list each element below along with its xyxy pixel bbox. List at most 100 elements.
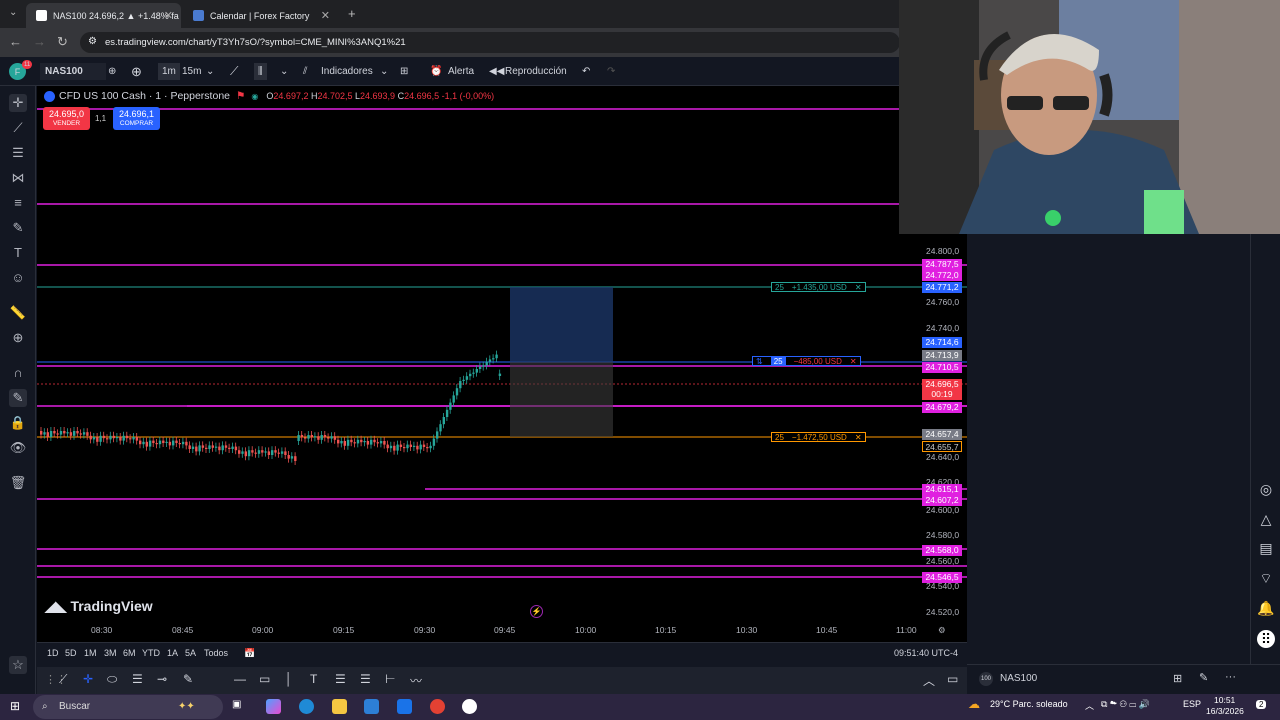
more-icon[interactable]: ··· — [1225, 671, 1236, 683]
sell-button[interactable]: 24.695,0 VENDER — [43, 107, 90, 130]
reverse-icon[interactable]: ⇅ — [756, 357, 763, 366]
close-icon[interactable]: ✕ — [855, 283, 862, 292]
notification-count[interactable]: 2 — [1256, 700, 1267, 709]
store-icon[interactable] — [364, 699, 379, 714]
windows-start-icon[interactable]: ⊞ — [10, 699, 20, 713]
date-range-icon[interactable]: 📅 — [244, 648, 255, 659]
trash-icon[interactable]: 🗑 — [9, 474, 27, 492]
chevron-up-icon[interactable]: ︿ — [1085, 699, 1094, 712]
zoom-icon[interactable]: ⊕ — [9, 329, 27, 347]
language-indicator[interactable]: ESP — [1183, 699, 1201, 709]
tab-forex-factory[interactable]: Calendar | Forex Factory ✕ — [183, 3, 338, 28]
bell-icon[interactable]: 🔔 — [1257, 599, 1275, 617]
horizontal-ray-icon[interactable]: ⊸ — [157, 672, 167, 686]
flag-icon[interactable]: ⚑ — [236, 90, 245, 102]
fib-icon[interactable]: ☰ — [9, 144, 27, 162]
add-symbol-icon[interactable]: ⊕ — [131, 63, 142, 80]
compare-icon[interactable]: ⊕ — [108, 63, 116, 80]
back-icon[interactable]: ← — [9, 34, 22, 49]
range-all[interactable]: Todos — [204, 648, 228, 658]
legend-title[interactable]: CFD US 100 Cash · 1 · Pepperstone — [59, 90, 230, 102]
file-explorer-icon[interactable] — [332, 699, 347, 714]
collapse-icon[interactable]: ︿ — [923, 672, 935, 689]
new-tab-icon[interactable]: + — [348, 6, 356, 21]
mail-icon[interactable] — [397, 699, 412, 714]
long-position-icon[interactable]: ☰ — [335, 672, 346, 686]
forward-icon[interactable]: → — [33, 34, 46, 49]
calendar-icon[interactable]: ▤ — [1257, 539, 1275, 557]
tab-tradingview[interactable]: NAS100 24.696,2 ▲ +1.48% fa ✕ — [26, 3, 181, 28]
range-ytd[interactable]: YTD — [142, 648, 160, 658]
range-5y[interactable]: 5A — [185, 648, 196, 658]
position-order[interactable]: ⇅ 25 −485,00 USD ✕ — [752, 356, 861, 366]
text-icon[interactable]: T — [9, 244, 27, 262]
stop-loss-order[interactable]: 25 −1.472,50 USD ✕ — [771, 432, 866, 442]
layers-icon[interactable]: △ — [1257, 510, 1275, 528]
tab-search-icon[interactable]: ⌄ — [9, 7, 17, 18]
redo-icon[interactable]: ↷ — [607, 63, 615, 80]
replay-button[interactable]: Reproducción — [505, 63, 567, 80]
close-icon[interactable]: ✕ — [850, 357, 857, 366]
url-field[interactable]: ⚙ es.tradingview.com/chart/yT3Yh7sO/?sym… — [80, 32, 900, 53]
range-5d[interactable]: 5D — [65, 648, 77, 658]
weather-text[interactable]: 29°C Parc. soleado — [990, 699, 1068, 709]
panel-symbol[interactable]: NAS100 — [1000, 673, 1037, 684]
horizontal-line-icon[interactable]: — — [234, 672, 246, 686]
target-icon[interactable]: ◎ — [1257, 480, 1275, 498]
copilot-icon[interactable] — [266, 699, 281, 714]
taskbar-search[interactable]: ⌕ Buscar ✦✦ — [33, 695, 223, 719]
alert-button[interactable]: Alerta — [448, 63, 474, 80]
candles-icon[interactable]: ⫼ — [254, 63, 267, 80]
site-info-icon[interactable]: ⚙ — [88, 36, 97, 47]
taskbar-date[interactable]: 16/3/2026 — [1206, 706, 1244, 716]
emoji-icon[interactable]: ☺ — [9, 269, 27, 287]
chevron-down-icon[interactable]: ⌄ — [380, 63, 388, 80]
magnet-icon[interactable]: ∩ — [9, 364, 27, 382]
crosshair-icon[interactable]: ✛ — [83, 672, 93, 686]
cursor-icon[interactable]: ✛ — [9, 94, 27, 112]
range-6m[interactable]: 6M — [123, 648, 136, 658]
line-chart-icon[interactable]: ⟋ — [230, 63, 238, 80]
templates-icon[interactable]: ⊞ — [400, 63, 408, 80]
edit-icon[interactable]: ✎ — [1199, 671, 1208, 684]
undo-icon[interactable]: ↶ — [582, 63, 590, 80]
weather-icon[interactable]: ☁ — [968, 697, 980, 711]
ruler-icon[interactable]: 📏 — [9, 304, 27, 322]
edge-icon[interactable] — [299, 699, 314, 714]
buy-button[interactable]: 24.696,1 COMPRAR — [113, 107, 160, 130]
range-3m[interactable]: 3M — [104, 648, 117, 658]
stay-drawing-icon[interactable]: ✎ — [9, 389, 27, 407]
trend-line-icon[interactable]: ⟋ — [59, 672, 67, 687]
indicators-button[interactable]: Indicadores — [321, 63, 373, 80]
alert-icon[interactable]: ⏰ — [430, 63, 442, 80]
prediction-icon[interactable]: ≡ — [9, 194, 27, 212]
path-icon[interactable]: 〰 — [410, 672, 422, 689]
chevron-down-icon[interactable]: ⌄ — [280, 63, 288, 80]
feed-icon[interactable]: ⌔ — [1257, 569, 1275, 587]
clock[interactable]: 09:51:40 UTC-4 — [894, 648, 958, 658]
close-icon[interactable]: ✕ — [164, 9, 173, 22]
event-icon[interactable]: ⚡ — [530, 605, 543, 618]
maximize-icon[interactable]: ▭ — [947, 672, 958, 686]
brush-icon[interactable]: ✎ — [9, 219, 27, 237]
range-1m[interactable]: 1M — [84, 648, 97, 658]
close-icon[interactable]: ✕ — [855, 433, 862, 442]
close-icon[interactable]: ✕ — [321, 9, 330, 22]
take-profit-order[interactable]: 25 +1.435,00 USD ✕ — [771, 282, 866, 292]
range-1y[interactable]: 1A — [167, 648, 178, 658]
text-icon[interactable]: T — [310, 672, 317, 686]
grid-icon[interactable]: ⊞ — [1173, 672, 1182, 685]
taskbar-time[interactable]: 10:51 — [1214, 695, 1235, 705]
measure-icon[interactable]: ⊢ — [385, 672, 395, 686]
rectangle-icon[interactable]: ▭ — [259, 672, 270, 686]
settings-icon[interactable]: ⚙ — [938, 625, 946, 636]
ellipse-icon[interactable]: ⬭ — [107, 672, 117, 687]
interval-15m[interactable]: 15m — [182, 63, 201, 80]
chrome-icon[interactable] — [430, 699, 445, 714]
eye-icon[interactable]: 👁 — [9, 439, 27, 457]
tray-icons[interactable]: ⧉ ☁ ⚇ ▭ 🔊 — [1101, 699, 1150, 710]
favorites-icon[interactable]: ☆ — [9, 656, 27, 674]
lock-icon[interactable]: 🔒 — [9, 414, 27, 432]
symbol-search[interactable]: NAS100 — [40, 63, 106, 80]
indicators-icon[interactable]: ⫽ — [303, 63, 307, 80]
